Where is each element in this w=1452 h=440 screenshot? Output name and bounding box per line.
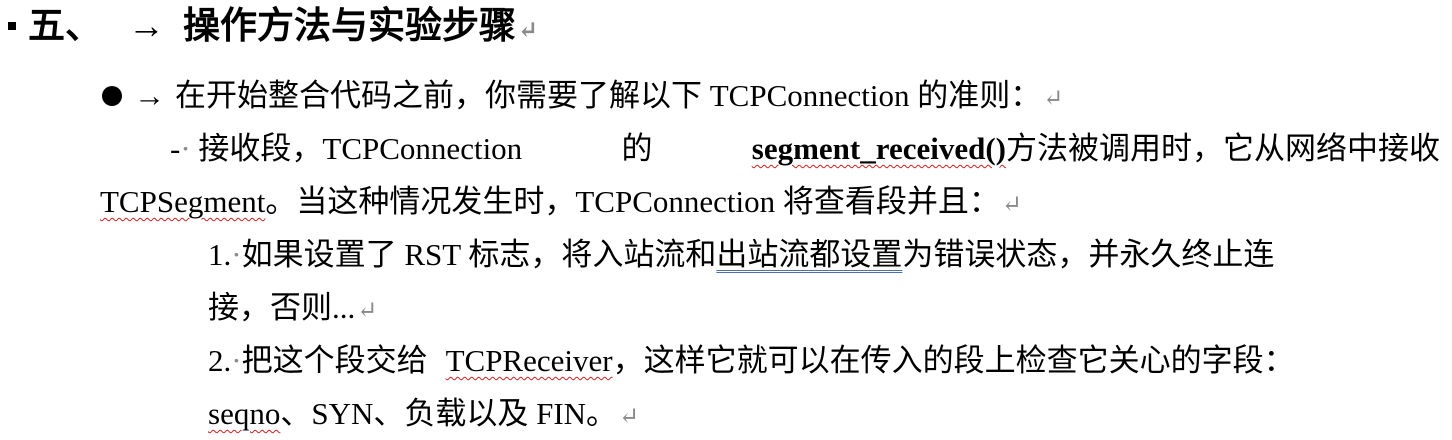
space-mark-icon: · (231, 237, 242, 272)
rule-dash: - (170, 131, 181, 166)
paragraph-mark-icon: ↵ (518, 18, 539, 44)
step-1-text-1: 如果设置了 RST 标志，将入站流和 (241, 237, 717, 272)
rule-line-1: -· 接收段，TCPConnection 的 segment_received(… (170, 129, 1440, 169)
rule-text-3: 方法被调用时，它从网络中接收 (1006, 131, 1440, 166)
step-1-line-1: 1.·如果设置了 RST 标志，将入站流和出站流都设置为错误状态，并永久终止连 (208, 235, 1440, 275)
step-1-text-2: 为错误状态，并永久终止连 (902, 237, 1275, 272)
rule-line-2-text: 。当这种情况发生时，TCPConnection 将查看段并且： (265, 184, 1000, 219)
heading-title: 操作方法与实验步骤 (183, 6, 516, 47)
section-heading: 五、 → 操作方法与实验步骤↵ (8, 2, 538, 56)
paragraph-mark-icon: ↵ (1001, 192, 1022, 218)
step-2-number: 2. (208, 343, 232, 378)
heading-arrow-icon: → (128, 6, 165, 47)
bullet-arrow-icon: → (134, 78, 165, 113)
step-2-line-1: 2.·把这个段交给 TCPReceiver，这样它就可以在传入的段上检查它关心的字… (208, 341, 1440, 381)
paragraph-mark-icon: ↵ (1043, 86, 1064, 112)
step-2-line-2: seqno、SYN、负载以及 FIN。↵ (208, 394, 639, 437)
method-name: segment_received() (751, 131, 1006, 166)
bullet-icon (102, 85, 122, 106)
step-2-text-2: ，这样它就可以在传入的段上检查它关心的字段： (612, 343, 1295, 378)
step-2-text-3: 、SYN、负载以及 FIN。 (280, 396, 618, 431)
space-mark-icon: · (180, 131, 191, 166)
step-1-line-2: 接，否则...↵ (208, 288, 377, 331)
heading-bullet-icon (8, 21, 16, 30)
seqno-term: seqno (208, 396, 281, 431)
bullet-text: 在开始整合代码之前，你需要了解以下 TCPConnection 的准则： (175, 78, 1042, 113)
tcpreceiver-term: TCPReceiver (445, 343, 613, 378)
step-2-text-1: 把这个段交给 (241, 343, 428, 378)
rule-line-2: TCPSegment。当这种情况发生时，TCPConnection 将查看段并且… (100, 182, 1022, 225)
paragraph-mark-icon: ↵ (357, 298, 378, 324)
rule-text-2: 的 (621, 131, 653, 166)
rule-text-1: 接收段，TCPConnection (198, 131, 523, 166)
step-1-underlined-text: 出站流都设置 (716, 237, 903, 272)
heading-number: 五、 (28, 6, 102, 47)
paragraph-mark-icon: ↵ (619, 404, 640, 430)
space-mark-icon: · (231, 343, 242, 378)
step-1-number: 1. (208, 237, 232, 272)
step-1-text-3: 接，否则... (208, 290, 356, 325)
bullet-item: → 在开始整合代码之前，你需要了解以下 TCPConnection 的准则：↵ (102, 76, 1063, 119)
tcpsegment-term: TCPSegment (100, 184, 266, 219)
